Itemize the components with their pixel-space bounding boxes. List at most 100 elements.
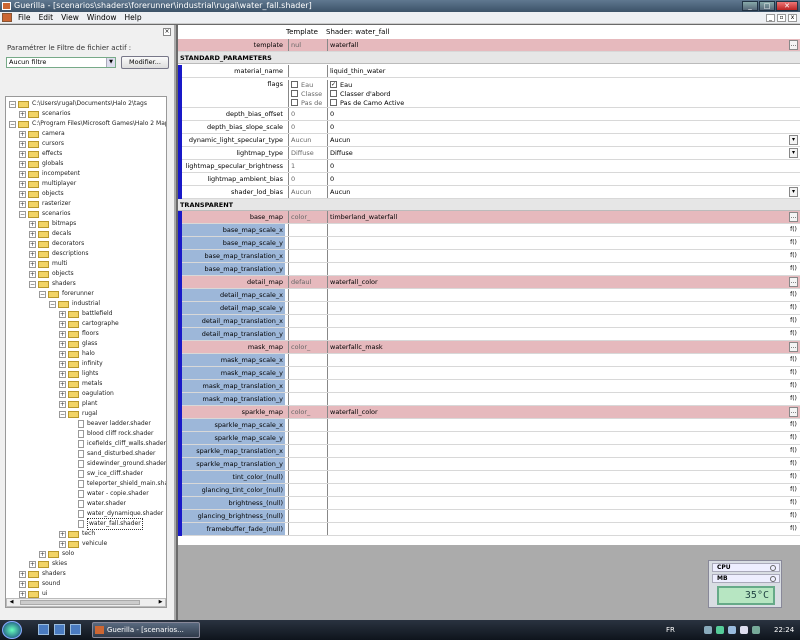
tree-folder-item[interactable]: + objects — [19, 189, 64, 199]
expand-icon[interactable]: + — [19, 140, 26, 148]
function-editor-button[interactable]: f() — [788, 264, 799, 274]
collapse-icon[interactable]: − — [49, 300, 56, 308]
tree-folder-item[interactable]: + infinity — [59, 359, 103, 369]
shader-flag-checkbox[interactable]: Classer d'abord — [330, 89, 527, 98]
collapse-icon[interactable]: − — [19, 210, 26, 218]
task-button-guerilla[interactable]: Guerilla - [scenarios... — [92, 622, 200, 638]
expand-icon[interactable]: + — [19, 110, 26, 118]
tree-folder-item[interactable]: − industrial — [49, 299, 100, 309]
function-editor-button[interactable]: f() — [788, 251, 799, 261]
expand-icon[interactable]: + — [59, 530, 66, 538]
function-editor-button[interactable]: f() — [788, 394, 799, 404]
browse-button[interactable]: ... — [789, 407, 798, 417]
expand-icon[interactable]: + — [19, 130, 26, 138]
tree-folder-item[interactable]: + solo — [39, 549, 74, 559]
tree-folder-item[interactable]: + cursors — [19, 139, 64, 149]
tree-folder-item[interactable]: + tech — [59, 529, 95, 539]
expand-icon[interactable]: + — [59, 360, 66, 368]
mdi-minimize-button[interactable]: _ — [766, 13, 775, 22]
expand-icon[interactable]: + — [59, 310, 66, 318]
shader-value-field[interactable]: 0 — [327, 160, 787, 172]
dropdown-arrow-icon[interactable]: ▾ — [789, 135, 798, 145]
function-editor-button[interactable]: f() — [788, 303, 799, 313]
tree-folder-item[interactable]: + descriptions — [29, 249, 89, 259]
function-editor-button[interactable]: f() — [788, 511, 799, 521]
shader-flag-checkbox[interactable]: Pas de Camo Active — [330, 98, 527, 107]
expand-icon[interactable]: + — [29, 250, 36, 258]
tree-file-item[interactable]: teleporter_shield_main.shader — [69, 479, 166, 489]
tree-folder-item[interactable]: + cartographe — [59, 319, 119, 329]
shader-value-field[interactable] — [327, 523, 787, 535]
checkbox-box[interactable] — [330, 99, 337, 106]
expand-icon[interactable]: + — [19, 590, 26, 598]
tree-folder-item[interactable]: − scenarios — [19, 209, 71, 219]
expand-icon[interactable]: + — [19, 570, 26, 578]
shader-value-field[interactable] — [327, 302, 787, 314]
start-button[interactable] — [2, 621, 22, 639]
tree-folder-item[interactable]: + scenarios — [19, 109, 71, 119]
tag-tree[interactable]: − C:\Users\rugal\Documents\Halo 2\tags + sc… — [5, 96, 167, 608]
shader-value-field[interactable]: Diffuse — [327, 147, 787, 159]
tree-file-item[interactable]: water - copie.shader — [69, 489, 149, 499]
expand-icon[interactable]: + — [29, 240, 36, 248]
function-editor-button[interactable]: f() — [788, 355, 799, 365]
volume-icon[interactable] — [740, 626, 748, 634]
expand-icon[interactable]: + — [19, 150, 26, 158]
document-icon[interactable] — [2, 13, 12, 22]
shader-value-field[interactable]: 0 — [327, 108, 787, 120]
tree-folder-item[interactable]: − rugal — [59, 409, 97, 419]
browse-button[interactable]: ... — [789, 342, 798, 352]
tree-folder-item[interactable]: − C:\Program Files\Microsoft Games\Halo 2… — [9, 119, 166, 129]
checkbox-box[interactable] — [330, 90, 337, 97]
function-editor-button[interactable]: f() — [788, 498, 799, 508]
tree-folder-item[interactable]: + multi — [29, 259, 67, 269]
menu-help[interactable]: Help — [120, 13, 145, 22]
tree-file-item[interactable]: blood cliff rock.shader — [69, 429, 153, 439]
expand-icon[interactable]: + — [29, 560, 36, 568]
expand-icon[interactable]: + — [29, 230, 36, 238]
tree-file-item[interactable]: water_fall.shader — [69, 518, 143, 530]
switch-windows-icon[interactable] — [54, 624, 65, 635]
tree-file-item[interactable]: sidewinder_ground.shader — [69, 459, 166, 469]
tree-folder-item[interactable]: + multiplayer — [19, 179, 76, 189]
expand-icon[interactable]: + — [59, 370, 66, 378]
tree-folder-item[interactable]: + effects — [19, 149, 62, 159]
function-editor-button[interactable]: f() — [788, 446, 799, 456]
shader-value-field[interactable] — [327, 315, 787, 327]
menu-file[interactable]: File — [14, 13, 35, 22]
shader-value-field[interactable] — [327, 497, 787, 509]
tree-folder-item[interactable]: + halo — [59, 349, 95, 359]
scroll-thumb[interactable] — [20, 600, 140, 605]
shader-value-field[interactable] — [327, 224, 787, 236]
expand-icon[interactable]: + — [59, 400, 66, 408]
expand-icon[interactable]: + — [59, 320, 66, 328]
tree-folder-item[interactable]: + incompetent — [19, 169, 80, 179]
shader-value-field[interactable]: waterfall_color — [327, 276, 787, 288]
tree-folder-item[interactable]: − forerunner — [39, 289, 94, 299]
collapse-icon[interactable]: − — [39, 290, 46, 298]
tree-folder-item[interactable]: + shaders — [19, 569, 66, 579]
expand-icon[interactable]: + — [29, 260, 36, 268]
expand-icon[interactable]: + — [19, 580, 26, 588]
tree-folder-item[interactable]: + bitmaps — [29, 219, 76, 229]
tree-file-item[interactable]: water.shader — [69, 499, 126, 509]
tree-folder-item[interactable]: + objects — [29, 269, 74, 279]
shader-value-field[interactable] — [327, 328, 787, 340]
collapse-icon[interactable]: − — [29, 280, 36, 288]
filter-dropdown[interactable]: Aucun filtre ▼ — [6, 57, 116, 68]
shader-value-field[interactable] — [327, 250, 787, 262]
function-editor-button[interactable]: f() — [788, 225, 799, 235]
function-editor-button[interactable]: f() — [788, 524, 799, 534]
language-indicator[interactable]: FR — [666, 626, 675, 634]
expand-icon[interactable]: + — [19, 170, 26, 178]
tree-folder-item[interactable]: + decorators — [29, 239, 84, 249]
menu-window[interactable]: Window — [83, 13, 121, 22]
function-editor-button[interactable]: f() — [788, 290, 799, 300]
scroll-right-icon[interactable]: ▶ — [156, 599, 165, 606]
maximize-button[interactable]: □ — [759, 1, 775, 11]
tree-file-item[interactable]: icefields_cliff_walls.shader — [69, 439, 166, 449]
mdi-restore-button[interactable]: ▫ — [777, 13, 786, 22]
tree-folder-item[interactable]: + battlefield — [59, 309, 113, 319]
shader-value-field[interactable]: waterfall_color — [327, 406, 787, 418]
shader-value-field[interactable] — [327, 445, 787, 457]
